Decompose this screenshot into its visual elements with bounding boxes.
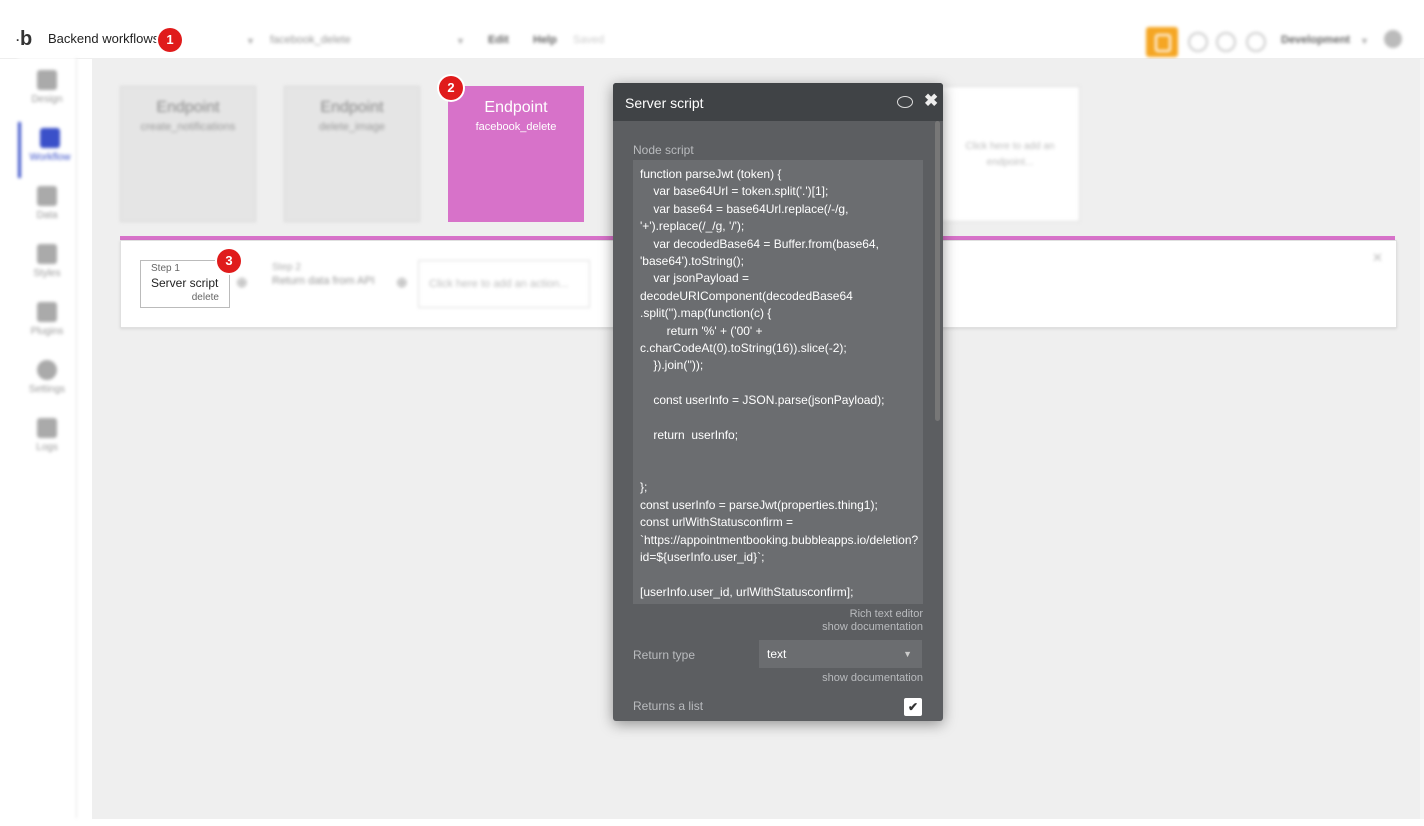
add-action-button[interactable]: Click here to add an action... <box>418 260 590 308</box>
server-script-dialog: Server script ✖ Node script function par… <box>613 83 943 721</box>
help-menu[interactable]: Help <box>533 34 557 46</box>
annotation-badge-3: 3 <box>217 249 241 273</box>
scrollbar[interactable] <box>935 121 940 421</box>
sidebar-item-styles[interactable]: Styles <box>18 238 76 294</box>
sidebar-item-settings[interactable]: Settings <box>18 354 76 410</box>
insert-step-icon[interactable]: ⊕ <box>396 274 408 291</box>
step-2-card[interactable]: Step 2 Return data from API <box>262 260 392 306</box>
data-icon <box>37 186 57 206</box>
annotation-badge-2: 2 <box>439 76 463 100</box>
close-icon[interactable]: ✕ <box>1372 250 1383 266</box>
check-icon: ✔ <box>907 700 919 714</box>
sidebar-item-workflow[interactable]: Workflow <box>18 122 79 178</box>
step-1-card[interactable]: Step 1 Server script delete <box>140 260 230 308</box>
chevron-down-icon[interactable]: ▼ <box>1360 36 1369 46</box>
node-script-label: Node script <box>633 143 694 157</box>
redo-icon[interactable] <box>1216 32 1236 52</box>
avatar[interactable] <box>1384 30 1402 48</box>
bubble-logo[interactable]: .b <box>16 28 32 51</box>
dialog-title: Server script <box>625 95 704 111</box>
endpoint-card[interactable]: Endpoint delete_image <box>284 86 420 222</box>
insert-step-icon[interactable]: ⊕ <box>236 274 248 291</box>
search-icon[interactable] <box>1246 32 1266 52</box>
sidebar-item-design[interactable]: Design <box>18 64 76 120</box>
top-bar: .b Backend workflows ▼ facebook_delete ▼… <box>0 0 1424 59</box>
chevron-down-icon[interactable]: ▼ <box>456 36 465 46</box>
return-type-label: Return type <box>633 648 696 662</box>
right-edge <box>1420 59 1424 819</box>
node-script-code[interactable]: function parseJwt (token) { var base64Ur… <box>633 160 923 604</box>
workflow-icon <box>40 128 60 148</box>
endpoint-card[interactable]: Endpoint create_notifications <box>120 86 256 222</box>
node-script-editor[interactable]: function parseJwt (token) { var base64Ur… <box>633 160 923 604</box>
sidebar-item-plugins[interactable]: Plugins <box>18 296 76 352</box>
undo-icon[interactable] <box>1188 32 1208 52</box>
plugins-icon <box>37 302 57 322</box>
show-documentation-link[interactable]: show documentation <box>822 621 923 633</box>
issues-icon[interactable] <box>1146 27 1178 57</box>
annotation-badge-1: 1 <box>158 28 182 52</box>
edit-menu[interactable]: Edit <box>488 34 509 46</box>
returns-list-checkbox[interactable]: ✔ <box>904 698 922 716</box>
rich-text-editor-link[interactable]: Rich text editor <box>850 608 923 620</box>
logs-icon <box>37 418 57 438</box>
show-documentation-link[interactable]: show documentation <box>822 672 923 684</box>
gear-icon <box>37 360 57 380</box>
page-selector[interactable]: Backend workflows <box>48 31 159 46</box>
return-type-dropdown[interactable]: text ▼ <box>759 640 922 668</box>
sidebar-item-data[interactable]: Data <box>18 180 76 236</box>
sidebar-item-logs[interactable]: Logs <box>18 412 76 468</box>
save-status: Saved <box>573 34 605 46</box>
chevron-down-icon: ▼ <box>903 649 912 659</box>
endpoint-card-selected[interactable]: Endpoint facebook_delete <box>448 86 584 222</box>
close-icon[interactable]: ✖ <box>924 91 938 111</box>
sidebar: Design Workflow Data Styles Plugins Sett… <box>18 58 77 818</box>
chevron-down-icon[interactable]: ▼ <box>246 36 255 46</box>
returns-list-label: Returns a list <box>633 699 704 713</box>
comment-icon[interactable] <box>897 96 913 108</box>
add-endpoint-button[interactable]: Click here to add an endpoint... <box>940 86 1080 222</box>
workflow-selector[interactable]: facebook_delete <box>270 34 351 46</box>
version-selector[interactable]: Development <box>1281 34 1350 46</box>
dialog-header: Server script ✖ <box>613 83 943 121</box>
styles-icon <box>37 244 57 264</box>
design-icon <box>37 70 57 90</box>
